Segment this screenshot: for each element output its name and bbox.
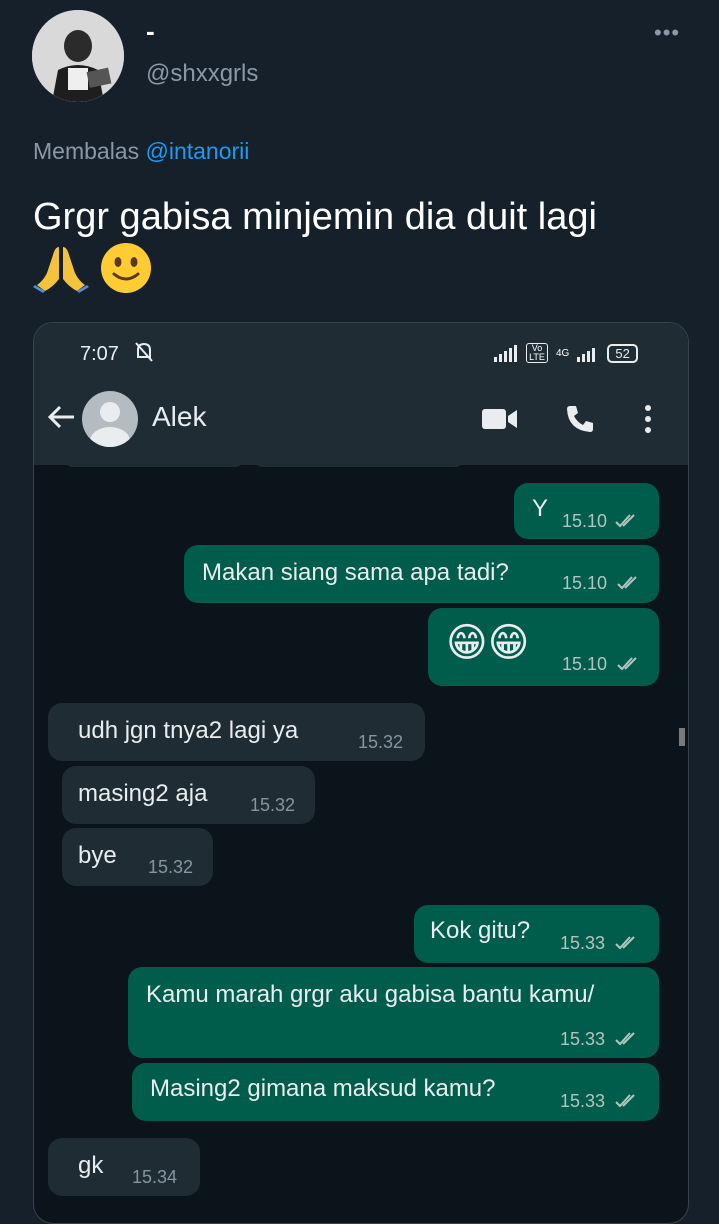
read-tick-icon [615, 514, 635, 528]
message-time: 15.10 [562, 573, 608, 593]
contact-name[interactable]: Alek [152, 401, 206, 433]
message-bubble[interactable]: Y 15.10 [514, 483, 659, 539]
message-time: 15.33 [560, 933, 606, 953]
signal-icon-2 [577, 348, 596, 362]
reply-mention-link[interactable]: @intanorii [146, 138, 250, 164]
slightly-smiling-face-icon [100, 242, 152, 307]
attached-screenshot[interactable]: 7:07 Vo LTE 4G 52 Alek Y 15.10 Makan sia… [33, 322, 689, 1224]
message-bubble[interactable]: gk 15.34 [48, 1138, 200, 1196]
message-text: Kamu marah grgr aku gabisa bantu kamu/ [146, 981, 595, 1008]
message-text: Y [532, 495, 549, 522]
message-text: Masing2 gimana maksud kamu? [150, 1075, 496, 1102]
battery-icon: 52 [607, 343, 638, 363]
status-time: 7:07 [80, 343, 119, 365]
contact-avatar[interactable] [82, 391, 138, 447]
message-text: gk [78, 1152, 104, 1179]
message-emoji: 😁😁 [446, 621, 530, 665]
read-tick-icon [617, 576, 637, 590]
message-time: 15.33 [560, 1029, 606, 1049]
tweet-text: Grgr gabisa minjemin dia duit lagi [33, 192, 693, 307]
message-text: udh jgn tnya2 lagi ya [78, 717, 299, 744]
message-time: 15.33 [560, 1091, 606, 1111]
message-time: 15.32 [250, 795, 296, 815]
back-arrow-icon[interactable] [46, 401, 78, 438]
voice-call-icon[interactable] [564, 403, 596, 440]
message-time: 15.34 [132, 1167, 178, 1187]
folded-hands-icon [33, 243, 89, 306]
message-text: bye [78, 842, 117, 869]
message-bubble[interactable]: Makan siang sama apa tadi? 15.10 [184, 545, 659, 603]
video-call-icon[interactable] [482, 407, 518, 436]
phone-status-bar: 7:07 Vo LTE 4G 52 [34, 323, 688, 383]
message-time: 15.32 [358, 732, 404, 752]
read-tick-icon [615, 1032, 635, 1046]
volte-icon: Vo LTE [526, 343, 548, 363]
read-tick-icon [617, 657, 637, 671]
read-tick-icon [615, 936, 635, 950]
message-bubble[interactable]: bye 15.32 [62, 828, 213, 886]
bell-off-icon [134, 341, 154, 368]
tweet-body: Grgr gabisa minjemin dia duit lagi [33, 196, 597, 238]
message-time: 15.32 [148, 857, 194, 877]
message-text: masing2 aja [78, 780, 208, 807]
more-options-icon[interactable]: ••• [654, 20, 680, 46]
message-bubble[interactable]: Kok gitu? 15.33 [414, 905, 659, 963]
reply-prefix: Membalas [33, 138, 140, 164]
cut-off-bubble [254, 449, 464, 467]
message-time: 15.10 [562, 511, 608, 531]
read-tick-icon [615, 1094, 635, 1108]
display-name[interactable]: - [146, 16, 155, 47]
more-vert-icon[interactable] [642, 403, 654, 440]
status-icons: Vo LTE 4G 52 [494, 343, 638, 363]
signal-icon [494, 345, 517, 362]
reply-context: Membalas @intanorii [33, 138, 249, 165]
profile-avatar[interactable] [32, 10, 124, 102]
network-type: 4G [556, 347, 570, 359]
message-bubble[interactable]: Kamu marah grgr aku gabisa bantu kamu/ 1… [128, 967, 659, 1058]
message-time: 15.10 [562, 654, 608, 674]
message-text: Kok gitu? [430, 917, 531, 944]
message-text: Makan siang sama apa tadi? [202, 559, 509, 586]
cut-off-bubble [64, 449, 244, 467]
message-bubble[interactable]: Masing2 gimana maksud kamu? 15.33 [132, 1063, 659, 1121]
message-bubble[interactable]: masing2 aja 15.32 [62, 766, 315, 824]
message-bubble[interactable]: udh jgn tnya2 lagi ya 15.32 [48, 703, 425, 761]
user-handle[interactable]: @shxxgrls [146, 60, 258, 88]
scrollbar-thumb[interactable] [679, 728, 685, 746]
message-bubble[interactable]: 😁😁 15.10 [428, 608, 659, 686]
